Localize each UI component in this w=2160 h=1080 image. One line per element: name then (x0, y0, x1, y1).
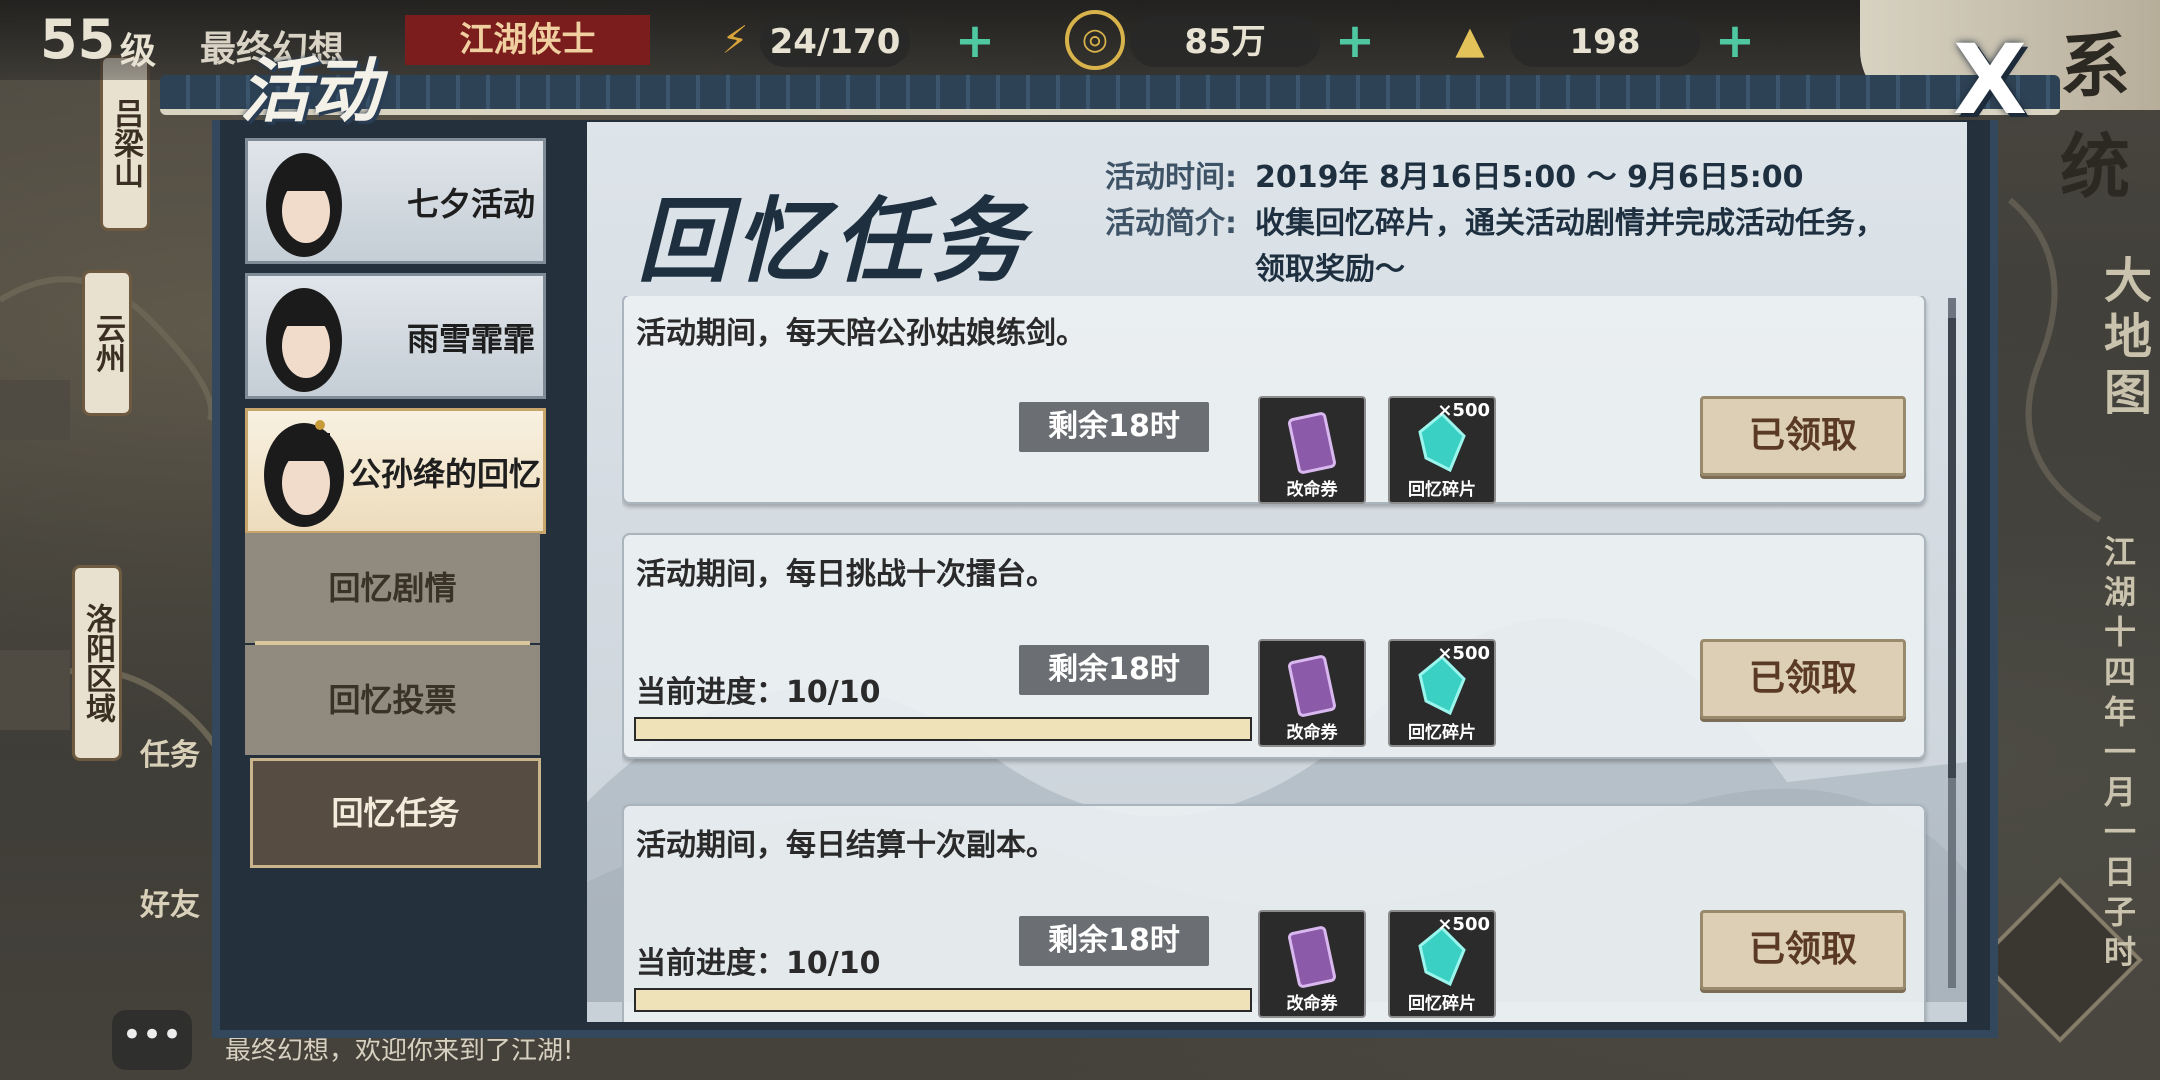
map-friend-shortcut[interactable]: 好友 (140, 880, 200, 924)
reward-count: ×500 (1437, 643, 1490, 664)
portrait-icon (266, 288, 342, 392)
map-task-shortcut[interactable]: 任务 (140, 730, 200, 774)
time-remaining-badge: 剩余18时 (1019, 645, 1209, 695)
content-title: 回忆任务 (637, 188, 1030, 295)
event-time-value: 2019年 8月16日5:00 ～ 9月6日5:00 (1255, 160, 1804, 195)
task-content-area: 回忆任务 活动时间: 2019年 8月16日5:00 ～ 9月6日5:00 活动… (587, 122, 1967, 1022)
task-progress-fill (636, 719, 1250, 739)
reward-label: 回忆碎片 (1408, 723, 1476, 743)
reward-item-fragment[interactable]: ×500 回忆碎片 (1388, 910, 1496, 1018)
task-list[interactable]: 活动期间，每天陪公孙姑娘练剑。 剩余18时 改命券 ×500 回忆碎片 已领取 … (622, 296, 1967, 1022)
activity-panel-header: 活动 X (150, 30, 2060, 132)
time-remaining-badge: 剩余18时 (1019, 402, 1209, 452)
sidebar-item-label: 公孙绛的回忆 (348, 455, 541, 493)
sidebar-item-label: 雨雪霏霏 (406, 320, 535, 358)
reward-label: 改命券 (1286, 723, 1338, 743)
panel-roof-decoration (160, 75, 2060, 115)
big-map-button[interactable]: 大地图 (2088, 255, 2158, 423)
reward-label: 回忆碎片 (1408, 994, 1476, 1014)
claimed-button[interactable]: 已领取 (1700, 639, 1906, 719)
reward-item-mingquan[interactable]: 改命券 (1258, 910, 1366, 1018)
crystal-fragment-icon (1418, 926, 1466, 987)
sidebar-item-gongsun[interactable]: 公孙绛的回忆 (245, 408, 546, 534)
task-progress-label: 当前进度：10/10 (636, 946, 881, 981)
panel-title: 活动 (240, 50, 380, 132)
reward-label: 改命券 (1286, 480, 1338, 500)
task-card: 活动期间，每日挑战十次擂台。 当前进度：10/10 剩余18时 改命券 ×500… (622, 533, 1926, 759)
event-desc-label: 活动简介: (1105, 206, 1237, 241)
tab-memory-story[interactable]: 回忆剧情 (245, 533, 540, 643)
map-label-luoyang[interactable]: 洛阳区域 (72, 565, 122, 761)
chat-button[interactable]: ••• (112, 1010, 192, 1070)
event-time-label: 活动时间: (1105, 160, 1237, 195)
reward-item-fragment[interactable]: ×500 回忆碎片 (1388, 639, 1496, 747)
task-progress-bar (634, 717, 1252, 741)
task-progress-label: 当前进度：10/10 (636, 675, 881, 710)
tab-memory-task[interactable]: 回忆任务 (250, 758, 541, 868)
sidebar-item-yuxue[interactable]: 雨雪霏霏 (245, 273, 546, 399)
ticket-icon (1288, 926, 1336, 988)
ticket-icon (1288, 412, 1336, 474)
reward-label: 改命券 (1286, 994, 1338, 1014)
reward-item-fragment[interactable]: ×500 回忆碎片 (1388, 396, 1496, 504)
task-list-scrollbar-thumb[interactable] (1948, 318, 1956, 778)
task-description: 活动期间，每日挑战十次擂台。 (636, 557, 1056, 592)
task-card: 活动期间，每天陪公孙姑娘练剑。 剩余18时 改命券 ×500 回忆碎片 已领取 (622, 296, 1926, 504)
task-progress-fill (636, 990, 1250, 1010)
crystal-fragment-icon (1418, 655, 1466, 716)
portrait-icon (266, 153, 342, 257)
sidebar-item-label: 七夕活动 (406, 185, 535, 223)
close-icon[interactable]: X (1940, 30, 2040, 130)
player-level: 55 (40, 8, 116, 71)
crystal-fragment-icon (1418, 412, 1466, 473)
reward-item-mingquan[interactable]: 改命券 (1258, 396, 1366, 504)
map-label-yunzhou[interactable]: 云州 (82, 270, 132, 416)
task-card: 活动期间，每日结算十次副本。 当前进度：10/10 剩余18时 改命券 ×500… (622, 804, 1926, 1022)
reward-label: 回忆碎片 (1408, 480, 1476, 500)
portrait-icon (264, 420, 344, 527)
ticket-icon (1288, 655, 1336, 717)
game-date-text: 江湖十四年一月一日子时 (2099, 535, 2137, 975)
task-description: 活动期间，每日结算十次副本。 (636, 828, 1056, 863)
task-progress-bar (634, 988, 1252, 1012)
system-label: 系统 (2060, 25, 2130, 208)
reward-count: ×500 (1437, 914, 1490, 935)
claimed-button[interactable]: 已领取 (1700, 910, 1906, 990)
reward-item-mingquan[interactable]: 改命券 (1258, 639, 1366, 747)
map-label-lvliang[interactable]: 吕梁山 (100, 55, 150, 231)
task-description: 活动期间，每天陪公孙姑娘练剑。 (636, 316, 1086, 351)
event-desc-line2: 领取奖励～ (1255, 252, 1405, 287)
reward-count: ×500 (1437, 400, 1490, 421)
sidebar-item-qixi[interactable]: 七夕活动 (245, 138, 546, 264)
event-desc-line1: 收集回忆碎片，通关活动剧情并完成活动任务， (1255, 206, 1885, 241)
claimed-button[interactable]: 已领取 (1700, 396, 1906, 476)
tab-memory-vote[interactable]: 回忆投票 (245, 645, 540, 755)
time-remaining-badge: 剩余18时 (1019, 916, 1209, 966)
